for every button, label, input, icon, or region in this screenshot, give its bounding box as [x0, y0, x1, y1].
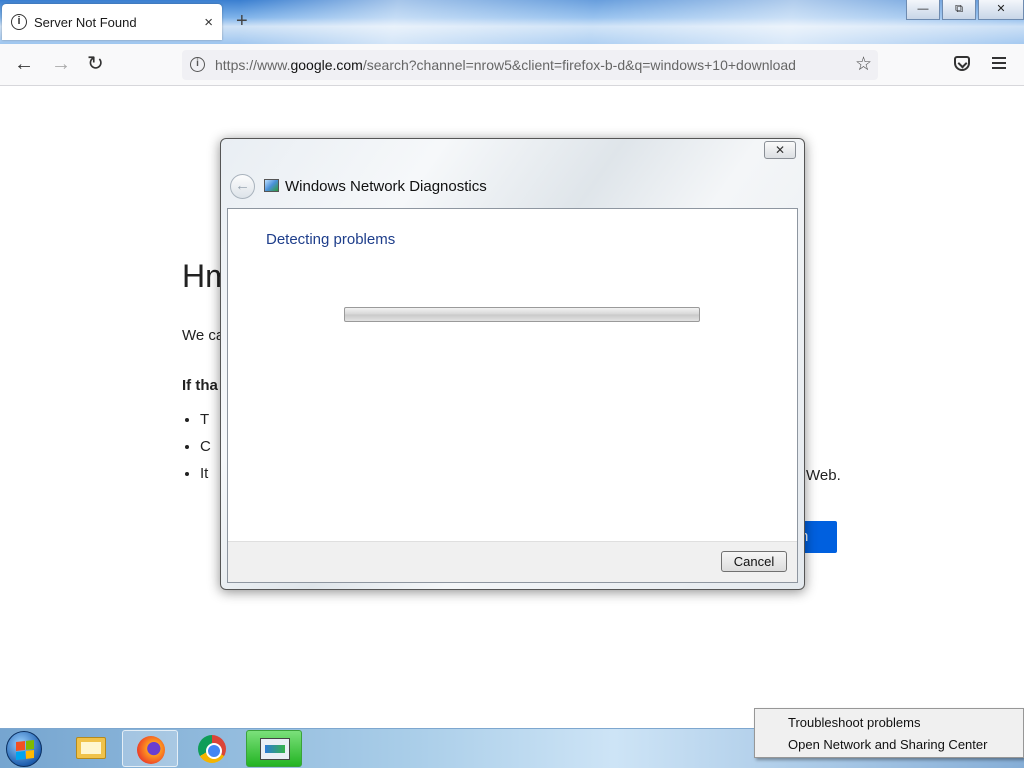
- cancel-button[interactable]: Cancel: [721, 551, 787, 572]
- list-item: It: [200, 465, 211, 482]
- dialog-heading: Detecting problems: [266, 231, 396, 248]
- error-text: We ca: [182, 327, 225, 344]
- menu-item-troubleshoot[interactable]: Troubleshoot problems: [788, 715, 920, 730]
- error-text-tail: Web.: [806, 467, 841, 484]
- windows-logo-icon: [16, 740, 34, 760]
- info-icon: i: [11, 14, 27, 30]
- tray-context-menu: Troubleshoot problems Open Network and S…: [754, 708, 1024, 758]
- firefox-icon: [137, 736, 165, 764]
- pocket-icon[interactable]: [954, 56, 970, 71]
- close-window-button[interactable]: ✕: [978, 0, 1024, 20]
- taskbar-network-diagnostics[interactable]: [246, 730, 302, 767]
- navigation-bar: ← → ↻ i https://www.google.com/search?ch…: [0, 44, 1024, 86]
- restore-button[interactable]: ⧉: [942, 0, 976, 20]
- explorer-icon: [76, 737, 106, 759]
- error-bold-text: If tha: [182, 377, 218, 394]
- tab-server-not-found[interactable]: i Server Not Found ×: [2, 4, 222, 40]
- minimize-button[interactable]: —: [906, 0, 940, 20]
- forward-button[interactable]: →: [51, 53, 71, 75]
- bookmark-star-icon[interactable]: ☆: [855, 53, 872, 76]
- dialog-content: Detecting problems Cancel: [227, 208, 798, 583]
- tab-title: Server Not Found: [34, 14, 137, 30]
- tab-close-icon[interactable]: ×: [204, 14, 213, 31]
- progress-bar: [344, 307, 700, 322]
- taskbar-chrome[interactable]: [184, 730, 240, 767]
- network-diagnostics-icon: [264, 179, 279, 192]
- start-button[interactable]: [6, 731, 42, 767]
- dialog-footer: Cancel: [228, 541, 797, 582]
- dialog-back-button[interactable]: ←: [230, 174, 255, 199]
- taskbar-firefox[interactable]: [122, 730, 178, 767]
- hamburger-menu-icon[interactable]: [992, 57, 1006, 72]
- address-bar[interactable]: i https://www.google.com/search?channel=…: [182, 50, 878, 80]
- chrome-icon: [198, 735, 226, 763]
- new-tab-button[interactable]: +: [236, 10, 248, 33]
- network-diagnostics-dialog: ✕ ← Windows Network Diagnostics Detectin…: [220, 138, 805, 590]
- url-text[interactable]: https://www.google.com/search?channel=nr…: [215, 57, 796, 73]
- network-diagnostics-icon: [260, 738, 290, 760]
- error-suggestions: T C It: [200, 411, 211, 492]
- site-info-icon[interactable]: i: [190, 57, 205, 72]
- reload-button[interactable]: ↻: [87, 53, 104, 75]
- dialog-close-button[interactable]: ✕: [764, 141, 796, 159]
- taskbar-explorer[interactable]: [62, 730, 118, 767]
- back-button[interactable]: ←: [14, 53, 34, 75]
- window-controls: — ⧉ ✕: [904, 0, 1024, 20]
- list-item: T: [200, 411, 211, 428]
- menu-item-network-sharing-center[interactable]: Open Network and Sharing Center: [788, 737, 987, 752]
- dialog-title: Windows Network Diagnostics: [285, 178, 487, 195]
- list-item: C: [200, 438, 211, 455]
